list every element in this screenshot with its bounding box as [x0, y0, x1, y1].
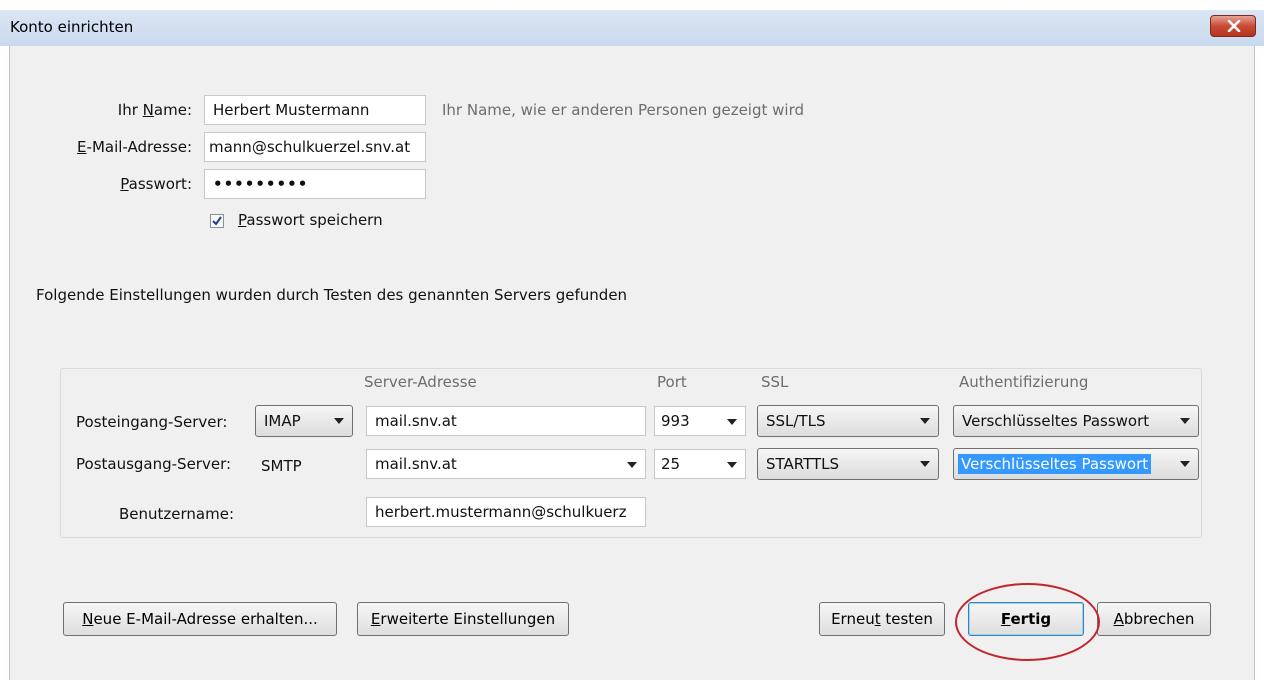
incoming-protocol-value: IMAP — [264, 412, 301, 430]
close-icon — [1227, 20, 1241, 32]
incoming-ssl-select[interactable]: SSL/TLS — [757, 405, 939, 437]
outgoing-auth-value: Verschlüsseltes Passwort — [958, 454, 1152, 474]
chevron-down-icon — [627, 462, 637, 468]
done-button[interactable]: Fertig — [968, 602, 1084, 636]
name-hint: Ihr Name, wie er anderen Personen gezeig… — [442, 101, 804, 119]
found-settings-message: Folgende Einstellungen wurden durch Test… — [36, 286, 628, 304]
incoming-protocol-select[interactable]: IMAP — [255, 405, 353, 437]
chevron-down-icon — [727, 419, 737, 425]
chevron-down-icon — [920, 461, 930, 467]
title-bar: Konto einrichten — [0, 10, 1264, 46]
remember-password-label[interactable]: Passwort speichern — [238, 211, 383, 229]
incoming-port-select[interactable]: 993 — [654, 406, 746, 436]
password-input[interactable]: ••••••••• — [204, 169, 426, 199]
account-setup-window: Konto einrichten Ihr Name: Herbert Muste… — [0, 0, 1264, 680]
server-settings-group: Server-Adresse Port SSL Authentifizierun… — [60, 368, 1202, 538]
retest-button[interactable]: Erneut testen — [819, 602, 945, 636]
outgoing-auth-select[interactable]: Verschlüsseltes Passwort — [953, 448, 1199, 480]
column-header-authentication: Authentifizierung — [959, 373, 1089, 391]
username-label: Benutzername: — [119, 505, 235, 523]
column-header-port: Port — [657, 373, 687, 391]
new-email-address-button[interactable]: Neue E-Mail-Adresse erhalten... — [63, 602, 337, 636]
remember-password-checkbox[interactable] — [210, 214, 224, 228]
incoming-server-input[interactable]: mail.snv.at — [366, 406, 646, 436]
outgoing-server-select[interactable]: mail.snv.at — [366, 449, 646, 479]
password-label: Passwort: — [120, 175, 192, 193]
outgoing-ssl-value: STARTTLS — [766, 455, 840, 473]
outgoing-server-label: Postausgang-Server: — [76, 455, 232, 473]
incoming-server-label: Posteingang-Server: — [76, 413, 228, 431]
incoming-port-value: 993 — [661, 412, 690, 430]
incoming-auth-value: Verschlüsseltes Passwort — [962, 412, 1150, 430]
outgoing-protocol: SMTP — [261, 457, 302, 475]
outgoing-port-select[interactable]: 25 — [654, 449, 746, 479]
chevron-down-icon — [1180, 418, 1190, 424]
chevron-down-icon — [1180, 461, 1190, 467]
chevron-down-icon — [334, 418, 344, 424]
column-header-server-address: Server-Adresse — [364, 373, 477, 391]
outgoing-port-value: 25 — [661, 455, 681, 473]
email-label: E-Mail-Adresse: — [77, 138, 192, 156]
outgoing-ssl-select[interactable]: STARTTLS — [757, 448, 939, 480]
chevron-down-icon — [727, 462, 737, 468]
window-title: Konto einrichten — [10, 18, 134, 36]
advanced-settings-button[interactable]: Erweiterte Einstellungen — [357, 602, 569, 636]
dialog-body: Ihr Name: Herbert Mustermann Ihr Name, w… — [9, 46, 1255, 680]
incoming-ssl-value: SSL/TLS — [766, 412, 826, 430]
incoming-auth-select[interactable]: Verschlüsseltes Passwort — [953, 405, 1199, 437]
cancel-button[interactable]: Abbrechen — [1097, 602, 1211, 636]
checkmark-icon — [212, 216, 222, 226]
column-header-ssl: SSL — [761, 373, 789, 391]
close-button[interactable] — [1210, 15, 1256, 37]
username-input[interactable]: herbert.mustermann@schulkuerz — [366, 497, 646, 527]
name-input[interactable]: Herbert Mustermann — [204, 95, 426, 125]
chevron-down-icon — [920, 418, 930, 424]
name-label: Ihr Name: — [117, 101, 192, 119]
email-input[interactable]: mann@schulkuerzel.snv.at — [204, 132, 426, 162]
outgoing-server-value: mail.snv.at — [375, 455, 457, 473]
